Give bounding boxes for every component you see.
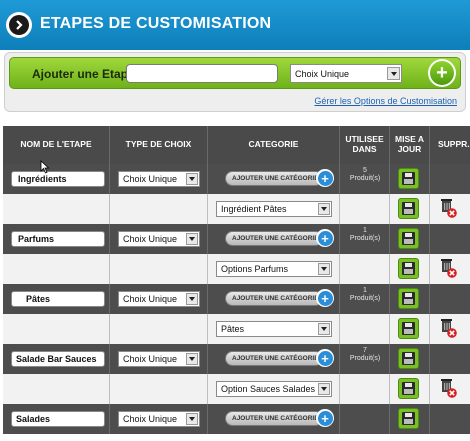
manage-options-link[interactable]: Gérer les Options de Customisation bbox=[314, 96, 457, 106]
col-delete-header: SUPPR... bbox=[438, 139, 470, 150]
plus-icon[interactable]: + bbox=[316, 349, 334, 367]
steps-table: NOM DE L'ETAPE TYPE DE CHOIX CATEGORIE U… bbox=[3, 126, 470, 441]
step-type-value: Choix Unique bbox=[295, 69, 350, 79]
floppy-disk-icon bbox=[402, 202, 415, 215]
mouse-cursor-icon bbox=[40, 160, 50, 174]
table-row: Pâtes Choix Unique AJOUTER UNE CATÉGORIE… bbox=[3, 284, 470, 314]
floppy-disk-icon bbox=[402, 262, 415, 275]
used-in-count: 7 Produit(s) bbox=[349, 347, 381, 363]
used-in-count: 1 Produit(s) bbox=[349, 287, 381, 303]
table-row: Option Sauces Salades bbox=[3, 374, 470, 404]
chevron-down-icon[interactable] bbox=[318, 323, 330, 335]
used-in-count: 5 Produit(s) bbox=[349, 167, 381, 183]
trash-delete-icon[interactable] bbox=[438, 257, 458, 279]
floppy-disk-icon bbox=[402, 352, 415, 365]
save-button[interactable] bbox=[398, 258, 419, 279]
save-button[interactable] bbox=[398, 318, 419, 339]
step-name-field[interactable]: Salades bbox=[11, 411, 105, 427]
trash-delete-icon[interactable] bbox=[438, 377, 458, 399]
floppy-disk-icon bbox=[402, 322, 415, 335]
page-header: ETAPES DE CUSTOMISATION bbox=[0, 0, 470, 50]
trash-delete-icon[interactable] bbox=[438, 317, 458, 339]
col-name-header: NOM DE L'ETAPE bbox=[3, 126, 110, 164]
add-step-button[interactable]: + bbox=[428, 59, 456, 87]
chevron-down-icon[interactable] bbox=[318, 263, 330, 275]
table-row: Ingrédient Pâtes bbox=[3, 194, 470, 224]
table-header: NOM DE L'ETAPE TYPE DE CHOIX CATEGORIE U… bbox=[3, 126, 470, 164]
plus-icon: + bbox=[430, 61, 454, 85]
used-in-count: 1 Produit(s) bbox=[349, 227, 381, 243]
floppy-disk-icon bbox=[402, 232, 415, 245]
floppy-disk-icon bbox=[402, 292, 415, 305]
trash-delete-icon[interactable] bbox=[438, 197, 458, 219]
save-button[interactable] bbox=[398, 168, 419, 189]
chevron-down-icon[interactable] bbox=[186, 293, 198, 305]
save-button[interactable] bbox=[398, 348, 419, 369]
step-name-field[interactable]: Pâtes bbox=[11, 291, 105, 307]
step-name-field[interactable]: Ingrédients bbox=[11, 171, 105, 187]
save-button[interactable] bbox=[398, 408, 419, 429]
category-select[interactable]: Ingrédient Pâtes bbox=[216, 201, 332, 217]
add-category-button[interactable]: AJOUTER UNE CATÉGORIE bbox=[225, 231, 323, 246]
step-type-select[interactable]: Choix Unique bbox=[290, 64, 402, 83]
choice-type-select[interactable]: Choix Unique bbox=[118, 231, 200, 247]
chevron-down-icon[interactable] bbox=[387, 67, 400, 80]
choice-type-select[interactable]: Choix Unique bbox=[118, 411, 200, 427]
step-name-input[interactable] bbox=[126, 64, 278, 83]
chevron-right-icon[interactable] bbox=[6, 12, 32, 38]
chevron-down-icon[interactable] bbox=[318, 203, 330, 215]
save-button[interactable] bbox=[398, 288, 419, 309]
choice-type-select[interactable]: Choix Unique bbox=[118, 351, 200, 367]
category-select[interactable]: Pâtes bbox=[216, 321, 332, 337]
add-step-panel: Ajouter une Etape Choix Unique + Gérer l… bbox=[4, 52, 466, 112]
choice-type-select[interactable]: Choix Unique bbox=[118, 291, 200, 307]
table-row: Parfums Choix Unique AJOUTER UNE CATÉGOR… bbox=[3, 224, 470, 254]
add-category-button[interactable]: AJOUTER UNE CATÉGORIE bbox=[225, 291, 323, 306]
save-button[interactable] bbox=[398, 378, 419, 399]
floppy-disk-icon bbox=[402, 172, 415, 185]
plus-icon[interactable]: + bbox=[316, 289, 334, 307]
chevron-down-icon[interactable] bbox=[186, 413, 198, 425]
page-title: ETAPES DE CUSTOMISATION bbox=[40, 15, 272, 32]
add-category-button[interactable]: AJOUTER UNE CATÉGORIE bbox=[225, 351, 323, 366]
table-row: Salades Choix Unique AJOUTER UNE CATÉGOR… bbox=[3, 404, 470, 434]
save-button[interactable] bbox=[398, 198, 419, 219]
step-name-field[interactable]: Parfums bbox=[11, 231, 105, 247]
col-category-header: CATEGORIE bbox=[208, 126, 340, 164]
add-category-button[interactable]: AJOUTER UNE CATÉGORIE bbox=[225, 411, 323, 426]
table-row: Salade Bar Sauces Choix Unique AJOUTER U… bbox=[3, 344, 470, 374]
table-row: Options Parfums bbox=[3, 254, 470, 284]
add-step-label: Ajouter une Etape bbox=[32, 67, 135, 81]
choice-type-select[interactable]: Choix Unique bbox=[118, 171, 200, 187]
col-update-header: MISE A JOUR bbox=[390, 126, 430, 164]
chevron-down-icon[interactable] bbox=[186, 173, 198, 185]
save-button[interactable] bbox=[398, 228, 419, 249]
category-select[interactable]: Option Sauces Salades bbox=[216, 381, 332, 397]
chevron-down-icon[interactable] bbox=[318, 383, 330, 395]
step-name-field[interactable]: Salade Bar Sauces bbox=[11, 351, 105, 367]
col-type-header: TYPE DE CHOIX bbox=[110, 126, 208, 164]
category-select[interactable]: Options Parfums bbox=[216, 261, 332, 277]
chevron-down-icon[interactable] bbox=[186, 353, 198, 365]
table-row: Pâtes bbox=[3, 314, 470, 344]
chevron-down-icon[interactable] bbox=[186, 233, 198, 245]
add-category-button[interactable]: AJOUTER UNE CATÉGORIE bbox=[225, 171, 323, 186]
floppy-disk-icon bbox=[402, 412, 415, 425]
plus-icon[interactable]: + bbox=[316, 229, 334, 247]
floppy-disk-icon bbox=[402, 382, 415, 395]
plus-icon[interactable]: + bbox=[316, 169, 334, 187]
table-row: Ingrédients Choix Unique AJOUTER UNE CAT… bbox=[3, 164, 470, 194]
add-step-bar: Ajouter une Etape Choix Unique + bbox=[9, 57, 461, 89]
col-used-header: UTILISEE DANS bbox=[340, 126, 390, 164]
plus-icon[interactable]: + bbox=[316, 409, 334, 427]
